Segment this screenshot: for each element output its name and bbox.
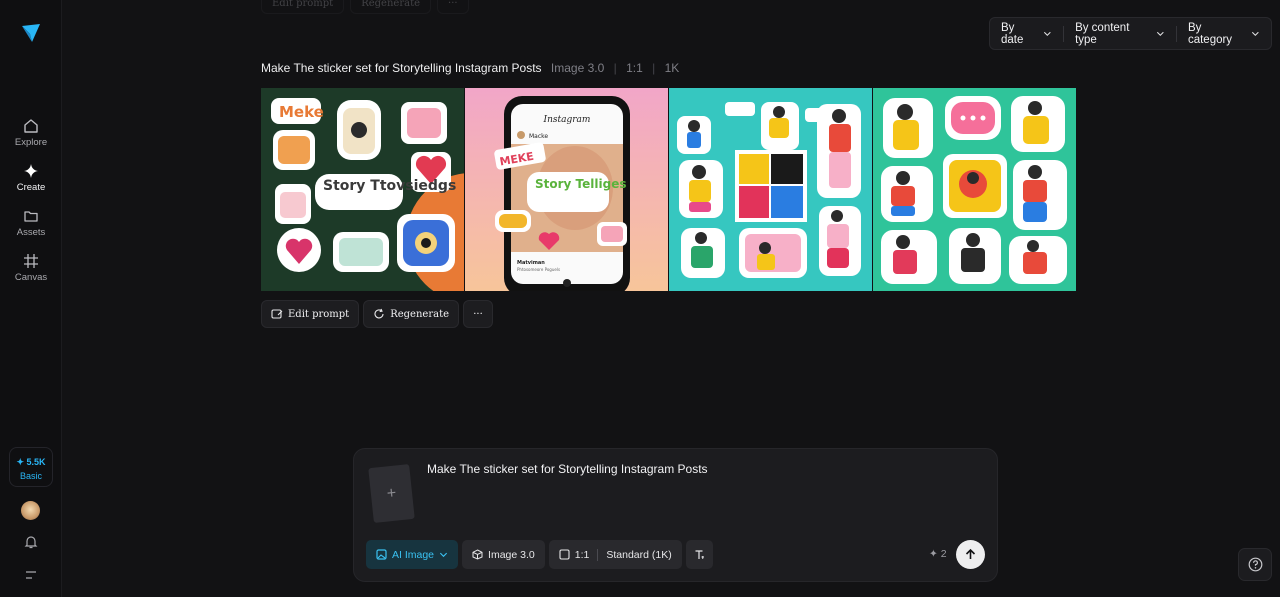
prev-edit-prompt-button[interactable]: Edit prompt	[261, 0, 345, 14]
arrow-up-icon	[965, 548, 976, 559]
post-user: Macke	[529, 133, 548, 140]
edit-prompt-label: Edit prompt	[288, 308, 350, 320]
plan-label: Basic	[19, 471, 42, 481]
model-label: Image 3.0	[550, 61, 605, 75]
sidebar-item-canvas[interactable]: Canvas	[0, 253, 62, 283]
chevron-down-icon	[1252, 31, 1260, 36]
home-icon	[24, 119, 38, 133]
chevron-down-icon	[439, 552, 448, 558]
question-icon	[1248, 557, 1262, 572]
sidebar-item-create[interactable]: Create	[0, 163, 62, 193]
sidebar: Explore Create Assets Canvas ✦ 5.5K Basi…	[0, 0, 62, 597]
post-subcaption: Phtosomeore Poguels	[517, 267, 560, 272]
generation-title: Make The sticker set for Storytelling In…	[261, 61, 680, 75]
sidebar-item-explore[interactable]: Explore	[0, 118, 62, 148]
sidebar-item-assets[interactable]: Assets	[0, 208, 62, 238]
model-selector[interactable]: Image 3.0	[462, 540, 545, 569]
prompt-input[interactable]: Make The sticker set for Storytelling In…	[427, 462, 708, 476]
image-icon	[376, 549, 387, 560]
text-icon	[695, 550, 704, 559]
sidebar-item-label: Canvas	[14, 272, 48, 283]
sticker-text: Story Ttovsiedgs	[323, 178, 456, 194]
text-settings-button[interactable]	[685, 540, 713, 569]
edit-icon	[271, 309, 283, 319]
post-caption: Matviman	[517, 260, 545, 266]
help-button[interactable]	[1238, 548, 1272, 581]
sidebar-item-label: Create	[16, 182, 46, 193]
cube-icon	[472, 549, 483, 560]
filter-by-category[interactable]: By category	[1177, 17, 1271, 50]
bell-icon[interactable]	[23, 534, 39, 550]
filter-bar: By date By content type By category	[989, 17, 1272, 50]
aspect-ratio-icon	[559, 549, 570, 560]
previous-actions: Edit prompt Regenerate ···	[261, 0, 469, 14]
prompt-text: Make The sticker set for Storytelling In…	[261, 61, 542, 75]
chevron-down-icon	[1157, 31, 1165, 36]
generated-image-3[interactable]	[669, 88, 872, 291]
composer-toolbar: AI Image Image 3.0 1:1 Standard (1K)	[366, 540, 713, 569]
menu-icon[interactable]	[23, 567, 39, 583]
grid-icon	[24, 254, 38, 268]
send-button[interactable]	[956, 540, 985, 569]
quality-label: Standard (1K)	[606, 548, 672, 561]
prev-regenerate-button[interactable]: Regenerate	[350, 0, 432, 14]
generated-image-4[interactable]	[873, 88, 1076, 291]
regenerate-button[interactable]: Regenerate	[363, 300, 460, 328]
prompt-composer: + Make The sticker set for Storytelling …	[353, 448, 998, 582]
ratio-label: 1:1	[574, 548, 590, 561]
refresh-icon	[374, 308, 384, 319]
regenerate-label: Regenerate	[390, 308, 450, 320]
phone-mockup-image: Instagram Macke MEKE Story Telliges Matv…	[465, 88, 668, 291]
filter-by-date[interactable]: By date	[990, 17, 1063, 50]
image-gallery: Meke Story Ttovsiedgs Instagram Macke ME…	[261, 88, 1076, 291]
sticker-sheet-image: Meke Story Ttovsiedgs	[261, 88, 464, 291]
logo-icon[interactable]	[20, 22, 42, 44]
characters-sticker-image	[669, 88, 872, 291]
credits-amount: ✦ 5.5K	[16, 457, 46, 467]
credit-cost: ✦ 2	[929, 548, 947, 560]
resolution-label: 1K	[664, 61, 680, 75]
filter-label: By content type	[1075, 21, 1130, 46]
sticker-text: Meke	[279, 103, 324, 121]
generated-image-2[interactable]: Instagram Macke MEKE Story Telliges Matv…	[465, 88, 668, 291]
ratio-quality-selector[interactable]: 1:1 Standard (1K)	[548, 540, 682, 569]
upload-reference-button[interactable]: +	[368, 464, 415, 523]
mode-label: AI Image	[392, 548, 435, 561]
ratio-label: 1:1	[626, 61, 643, 75]
filter-by-content-type[interactable]: By content type	[1064, 17, 1176, 50]
avatar[interactable]	[21, 501, 40, 520]
sparkle-icon	[24, 164, 38, 178]
chevron-down-icon	[1044, 31, 1052, 36]
filter-label: By date	[1001, 21, 1024, 46]
mode-selector[interactable]: AI Image	[366, 540, 459, 569]
generation-actions: Edit prompt Regenerate ···	[261, 300, 494, 328]
plus-icon: +	[385, 484, 397, 502]
sidebar-item-label: Explore	[14, 137, 48, 148]
prev-more-button[interactable]: ···	[437, 0, 469, 14]
more-options-button[interactable]: ···	[463, 300, 494, 328]
more-icon: ···	[473, 308, 483, 320]
edit-prompt-button[interactable]: Edit prompt	[261, 300, 360, 328]
app-header: Instagram	[543, 115, 591, 125]
characters-sticker-image	[873, 88, 1076, 291]
credits-badge[interactable]: ✦ 5.5K Basic	[9, 447, 53, 487]
generated-image-1[interactable]: Meke Story Ttovsiedgs	[261, 88, 464, 291]
filter-label: By category	[1187, 21, 1233, 46]
model-label: Image 3.0	[488, 548, 535, 561]
folder-icon	[24, 211, 38, 222]
sidebar-item-label: Assets	[16, 227, 46, 238]
sticker-text: Story Telliges	[535, 177, 626, 191]
